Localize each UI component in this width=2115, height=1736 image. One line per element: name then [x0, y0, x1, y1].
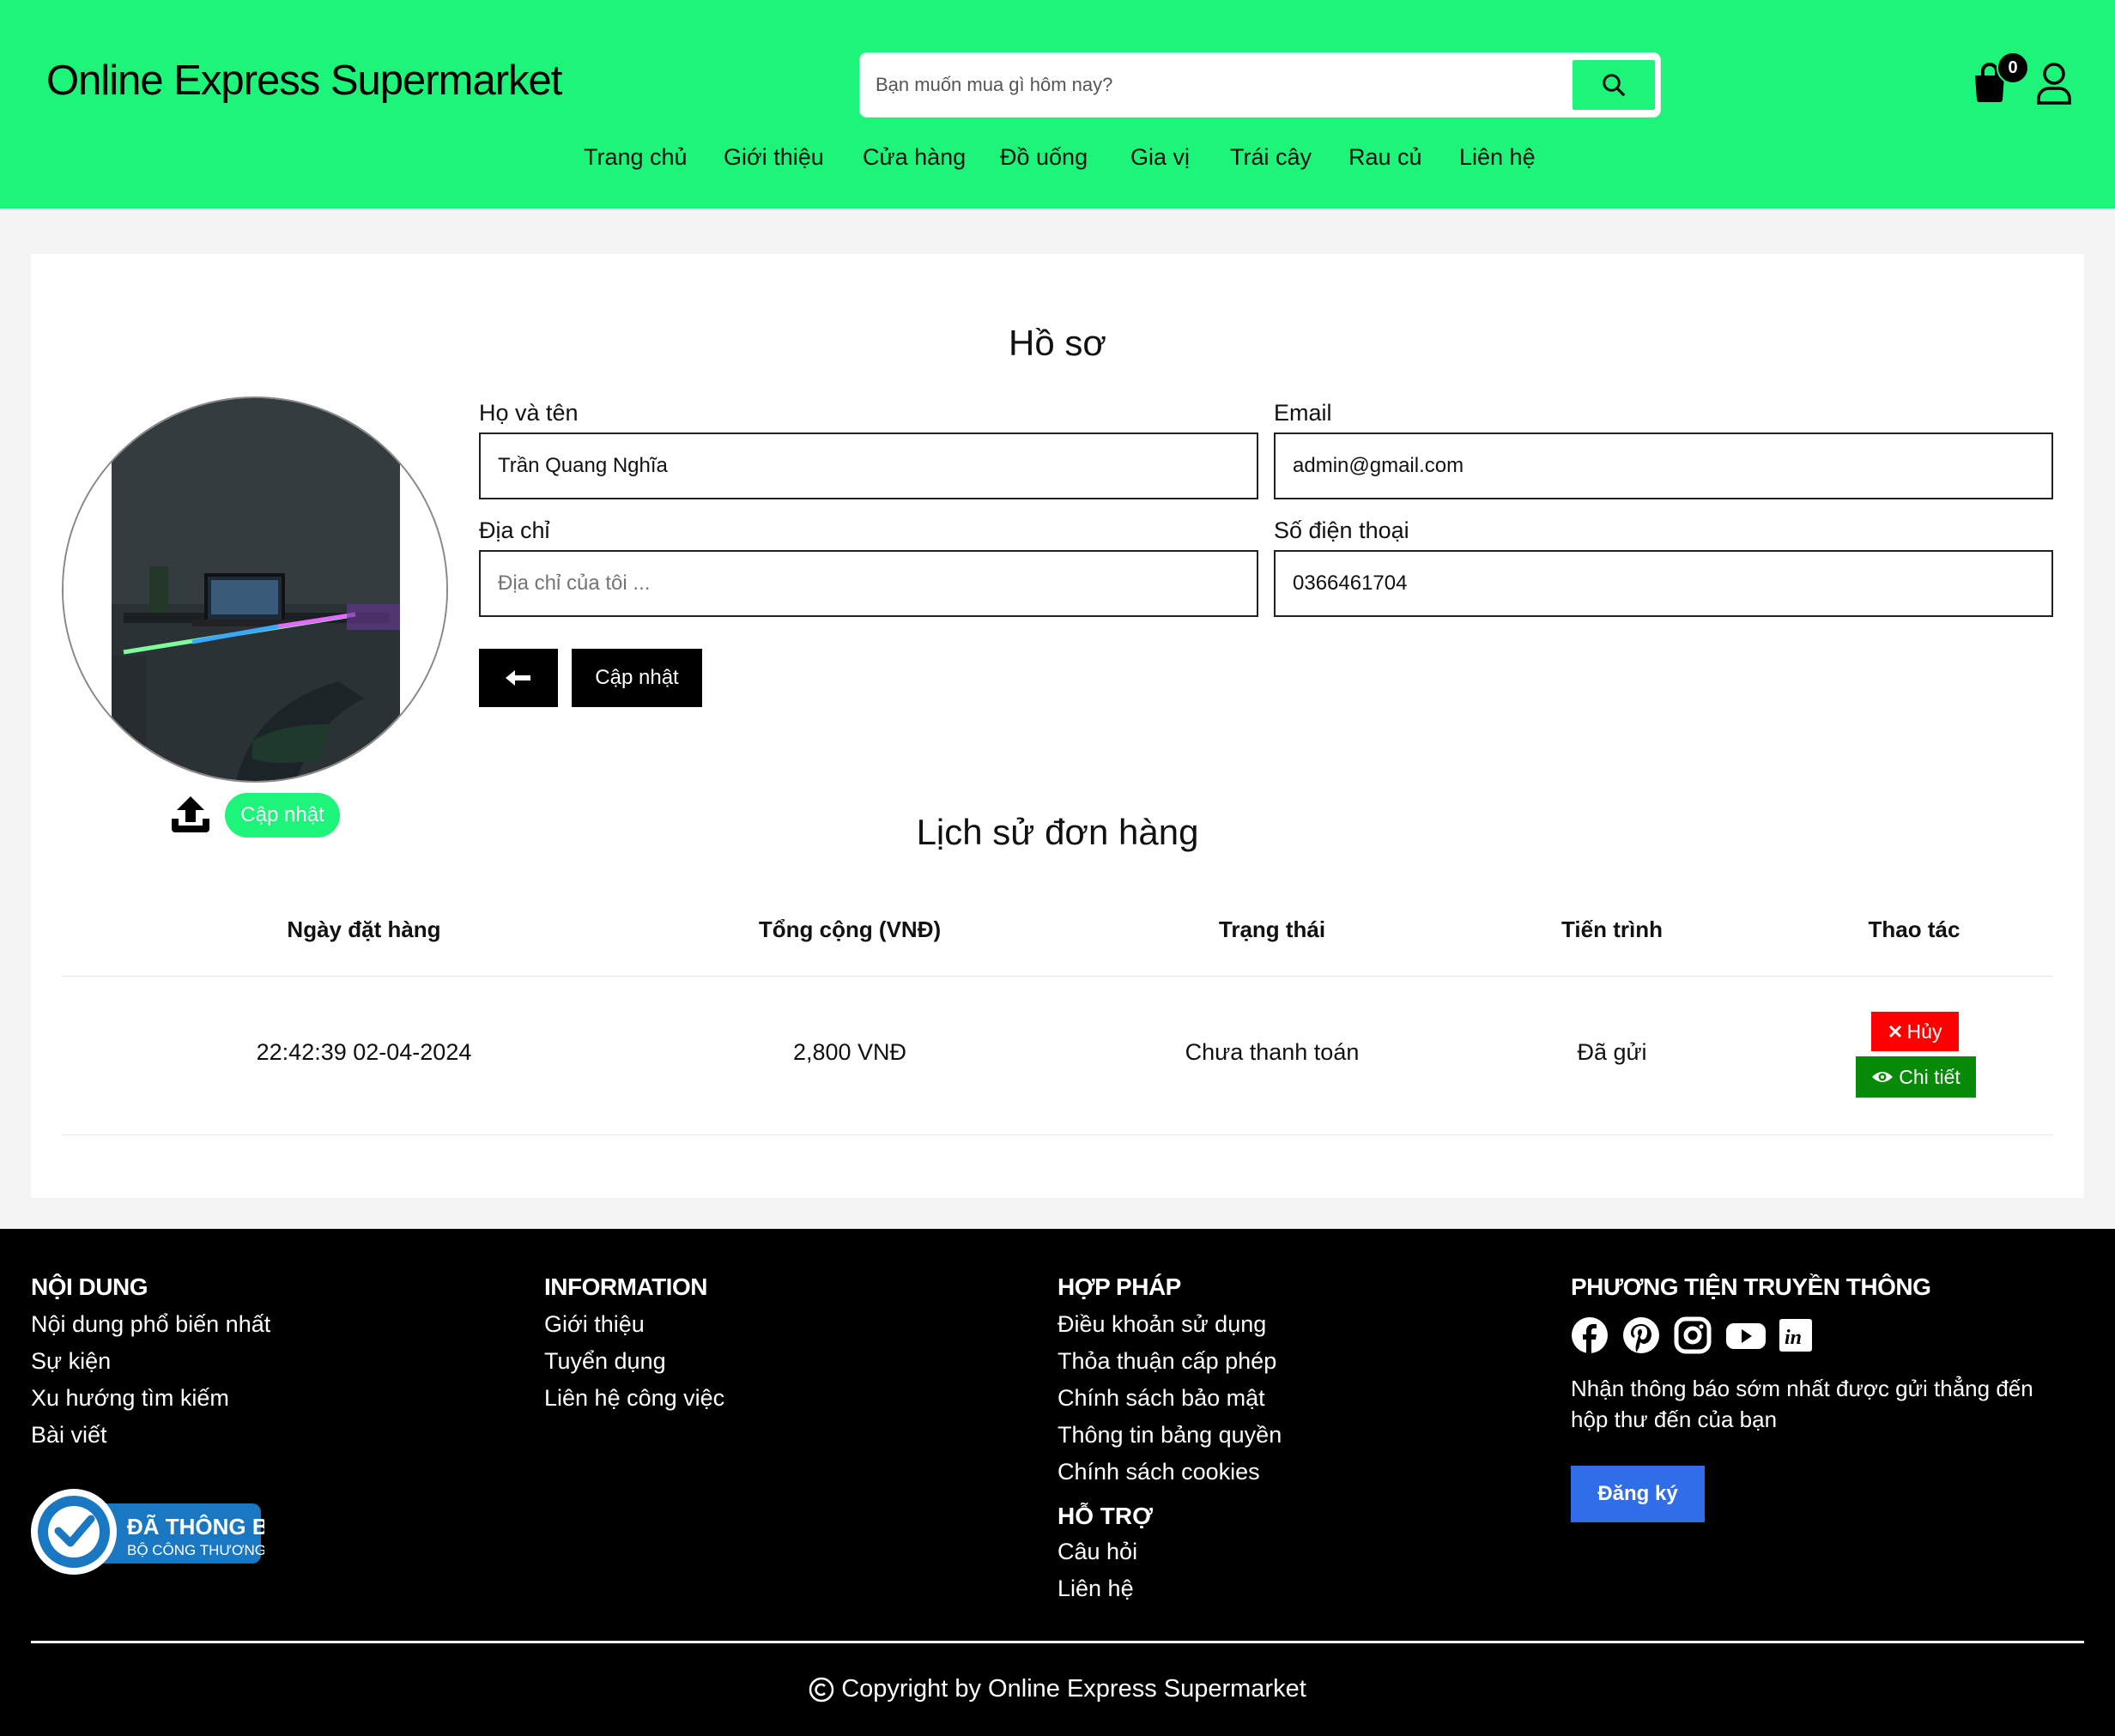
profile-title: Hồ sơ	[1009, 323, 1106, 363]
detail-label: Chi tiết	[1899, 1065, 1960, 1088]
copyright-text: Copyright by Online Express Supermarket	[841, 1675, 1306, 1703]
footer-heading-information: INFORMATION	[544, 1273, 707, 1300]
cancel-label: Hủy	[1906, 1019, 1942, 1043]
nav-fruits[interactable]: Trái cây	[1230, 144, 1312, 171]
footer-link[interactable]: Thỏa thuận cấp phép	[1058, 1343, 1282, 1380]
update-profile-button[interactable]: Cập nhật	[572, 649, 702, 707]
footer-heading-content: NỘI DUNG	[31, 1273, 148, 1300]
newsletter-description: Nhận thông báo sớm nhất được gửi thẳng đ…	[1571, 1376, 2033, 1432]
footer-divider	[31, 1641, 2084, 1643]
email-field[interactable]	[1274, 432, 2053, 499]
name-field[interactable]	[479, 432, 1258, 499]
footer-heading-media: PHƯƠNG TIỆN TRUYỀN THÔNG	[1571, 1273, 1931, 1300]
email-label: Email	[1274, 400, 1332, 426]
search-bar	[860, 53, 1660, 117]
footer-link[interactable]: Tuyển dụng	[544, 1343, 724, 1380]
cart-count-badge: 0	[1997, 51, 2029, 84]
svg-text:ĐÃ THÔNG BÁO: ĐÃ THÔNG BÁO	[127, 1514, 264, 1539]
site-footer: NỘI DUNG Nội dung phổ biến nhất Sự kiện …	[0, 1229, 2115, 1736]
arrow-left-icon	[506, 670, 530, 686]
footer-link[interactable]: Liên hệ công việc	[544, 1380, 724, 1417]
footer-link[interactable]: Chính sách bảo mật	[1058, 1380, 1282, 1417]
subscribe-button[interactable]: Đăng ký	[1571, 1466, 1705, 1522]
youtube-icon[interactable]	[1725, 1316, 1766, 1354]
cancel-order-button[interactable]: Hủy	[1871, 1012, 1959, 1051]
site-header: Online Express Supermarket 0 Trang chủ G…	[0, 0, 2115, 209]
column-header-actions: Thao tác	[1868, 916, 1960, 942]
back-button[interactable]	[479, 649, 558, 707]
name-label: Họ và tên	[479, 400, 579, 426]
footer-heading-support: HỖ TRỢ	[1058, 1503, 1153, 1529]
user-icon[interactable]	[2036, 62, 2072, 105]
profile-card: Hồ sơ Cập nhật Họ và tên Email Địa chỉ S…	[31, 254, 2084, 1198]
footer-col-information: INFORMATION Giới thiệu Tuyển dụng Liên h…	[544, 1273, 724, 1417]
phone-field[interactable]	[1274, 550, 2053, 617]
main-nav: Trang chủ Giới thiệu Cửa hàng Đồ uống Gi…	[0, 144, 2115, 178]
close-icon	[1888, 1025, 1901, 1038]
nav-contact[interactable]: Liên hệ	[1459, 144, 1536, 171]
copyright-icon	[809, 1677, 834, 1702]
footer-link[interactable]: Xu hướng tìm kiếm	[31, 1380, 270, 1417]
table-row: 22:42:39 02-04-2024 2,800 VNĐ Chưa thanh…	[62, 977, 2053, 1135]
avatar	[62, 396, 448, 783]
order-status: Chưa thanh toán	[1185, 1039, 1360, 1065]
address-label: Địa chỉ	[479, 517, 550, 543]
copyright: Copyright by Online Express Supermarket	[0, 1675, 2115, 1703]
footer-link[interactable]: Điều khoản sử dụng	[1058, 1306, 1282, 1343]
nav-about[interactable]: Giới thiệu	[724, 144, 824, 171]
social-links: in	[1571, 1316, 2069, 1354]
phone-label: Số điện thoại	[1274, 517, 1409, 543]
brand-logo[interactable]: Online Express Supermarket	[46, 57, 562, 105]
registered-badge-logo[interactable]: ĐÃ THÔNG BÁO BỘ CÔNG THƯƠNG	[31, 1486, 264, 1577]
avatar-photo	[64, 398, 446, 781]
column-header-progress: Tiến trình	[1561, 916, 1663, 942]
search-icon	[1603, 74, 1625, 96]
nav-drinks[interactable]: Đồ uống	[1000, 144, 1088, 171]
order-progress: Đã gửi	[1577, 1039, 1647, 1065]
column-header-status: Trạng thái	[1218, 916, 1326, 942]
order-date: 22:42:39 02-04-2024	[256, 1039, 472, 1065]
search-input[interactable]	[876, 57, 1562, 113]
nav-spices[interactable]: Gia vị	[1130, 144, 1190, 171]
orders-table-header: Ngày đặt hàng Tổng cộng (VNĐ) Trạng thái…	[62, 916, 2053, 977]
order-history-title: Lịch sử đơn hàng	[916, 812, 1199, 852]
address-field[interactable]	[479, 550, 1258, 617]
footer-link[interactable]: Nội dung phổ biến nhất	[31, 1306, 270, 1343]
invision-icon[interactable]: in	[1777, 1316, 1815, 1354]
search-button[interactable]	[1573, 60, 1655, 110]
svg-text:in: in	[1785, 1327, 1802, 1349]
nav-vegetables[interactable]: Rau củ	[1348, 144, 1422, 171]
nav-store[interactable]: Cửa hàng	[863, 144, 966, 171]
footer-link[interactable]: Chính sách cookies	[1058, 1454, 1282, 1491]
order-total: 2,800 VNĐ	[792, 1039, 907, 1065]
footer-link[interactable]: Bài viết	[31, 1417, 270, 1454]
svg-text:BỘ CÔNG THƯƠNG: BỘ CÔNG THƯƠNG	[127, 1542, 264, 1558]
footer-col-media: PHƯƠNG TIỆN TRUYỀN THÔNG in Nhận thông b…	[1571, 1273, 2069, 1522]
eye-icon	[1872, 1072, 1894, 1082]
footer-link[interactable]: Giới thiệu	[544, 1306, 724, 1343]
facebook-icon[interactable]	[1571, 1316, 1609, 1354]
nav-home[interactable]: Trang chủ	[584, 144, 688, 171]
footer-link[interactable]: Câu hỏi	[1058, 1533, 1282, 1570]
footer-link[interactable]: Liên hệ	[1058, 1570, 1282, 1607]
order-detail-button[interactable]: Chi tiết	[1856, 1056, 1976, 1098]
footer-heading-legal: HỢP PHÁP	[1058, 1273, 1181, 1300]
footer-link[interactable]: Thông tin bảng quyền	[1058, 1417, 1282, 1454]
instagram-icon[interactable]	[1674, 1316, 1712, 1354]
column-header-total: Tổng cộng (VNĐ)	[758, 916, 942, 942]
footer-link[interactable]: Sự kiện	[31, 1343, 270, 1380]
column-header-date: Ngày đặt hàng	[287, 916, 441, 942]
footer-col-content: NỘI DUNG Nội dung phổ biến nhất Sự kiện …	[31, 1273, 270, 1454]
pinterest-icon[interactable]	[1622, 1316, 1660, 1354]
footer-col-legal: HỢP PHÁP Điều khoản sử dụng Thỏa thuận c…	[1058, 1273, 1282, 1607]
